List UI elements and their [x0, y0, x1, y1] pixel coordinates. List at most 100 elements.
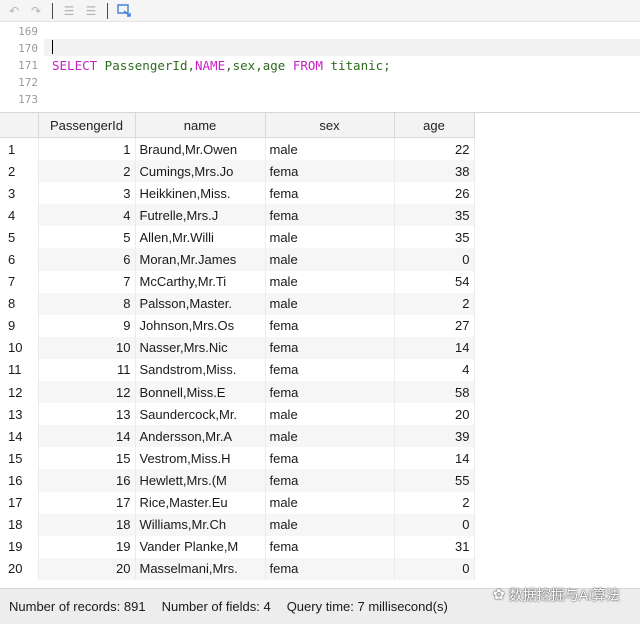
- sex-cell[interactable]: fema: [265, 381, 395, 404]
- column-header-rownum[interactable]: [0, 113, 39, 138]
- passengerid-cell[interactable]: 5: [38, 226, 136, 249]
- table-row[interactable]: 7 7 McCarthy,Mr.Ti male 54: [0, 270, 640, 293]
- passengerid-cell[interactable]: 4: [38, 204, 136, 227]
- age-cell[interactable]: 2: [394, 292, 475, 315]
- name-cell[interactable]: Vestrom,Miss.H: [135, 447, 266, 470]
- row-number-cell[interactable]: 15: [0, 447, 39, 470]
- current-line[interactable]: [44, 39, 640, 56]
- table-row[interactable]: 15 15 Vestrom,Miss.H fema 14: [0, 447, 640, 470]
- row-number-cell[interactable]: 3: [0, 182, 39, 205]
- sex-cell[interactable]: male: [265, 137, 395, 161]
- row-number-cell[interactable]: 9: [0, 314, 39, 337]
- row-number-cell[interactable]: 5: [0, 226, 39, 249]
- age-cell[interactable]: 14: [394, 447, 475, 470]
- age-cell[interactable]: 27: [394, 314, 475, 337]
- passengerid-cell[interactable]: 2: [38, 160, 136, 183]
- sex-cell[interactable]: male: [265, 491, 395, 514]
- indent-icon[interactable]: ☰: [59, 2, 79, 20]
- name-cell[interactable]: Cumings,Mrs.Jo: [135, 160, 266, 183]
- age-cell[interactable]: 14: [394, 336, 475, 359]
- row-number-cell[interactable]: 8: [0, 292, 39, 315]
- table-row[interactable]: 9 9 Johnson,Mrs.Os fema 27: [0, 314, 640, 337]
- sex-cell[interactable]: male: [265, 270, 395, 293]
- outdent-icon[interactable]: ☰: [81, 2, 101, 20]
- row-number-cell[interactable]: 16: [0, 469, 39, 492]
- sex-cell[interactable]: male: [265, 403, 395, 426]
- sex-cell[interactable]: fema: [265, 204, 395, 227]
- sex-cell[interactable]: fema: [265, 182, 395, 205]
- row-number-cell[interactable]: 17: [0, 491, 39, 514]
- redo-icon[interactable]: ↷: [26, 2, 46, 20]
- table-row[interactable]: 18 18 Williams,Mr.Ch male 0: [0, 513, 640, 536]
- table-row[interactable]: 10 10 Nasser,Mrs.Nic fema 14: [0, 336, 640, 359]
- sex-cell[interactable]: fema: [265, 557, 395, 580]
- table-row[interactable]: 6 6 Moran,Mr.James male 0: [0, 248, 640, 271]
- passengerid-cell[interactable]: 18: [38, 513, 136, 536]
- table-row[interactable]: 16 16 Hewlett,Mrs.(M fema 55: [0, 469, 640, 492]
- name-cell[interactable]: Heikkinen,Miss.: [135, 182, 266, 205]
- table-row[interactable]: 14 14 Andersson,Mr.A male 39: [0, 425, 640, 448]
- result-grid[interactable]: PassengerId name sex age 1 1 Braund,Mr.Owe…: [0, 113, 640, 585]
- age-cell[interactable]: 58: [394, 381, 475, 404]
- age-cell[interactable]: 0: [394, 248, 475, 271]
- sex-cell[interactable]: fema: [265, 314, 395, 337]
- column-header-age[interactable]: age: [394, 113, 475, 138]
- column-header-name[interactable]: name: [135, 113, 266, 138]
- name-cell[interactable]: Williams,Mr.Ch: [135, 513, 266, 536]
- table-row[interactable]: 1 1 Braund,Mr.Owen male 22: [0, 137, 640, 161]
- age-cell[interactable]: 22: [394, 137, 475, 161]
- age-cell[interactable]: 0: [394, 513, 475, 536]
- table-row[interactable]: 17 17 Rice,Master.Eu male 2: [0, 491, 640, 514]
- table-row[interactable]: 13 13 Saundercock,Mr. male 20: [0, 403, 640, 426]
- row-number-cell[interactable]: 2: [0, 160, 39, 183]
- table-row[interactable]: 5 5 Allen,Mr.Willi male 35: [0, 226, 640, 249]
- table-row[interactable]: 8 8 Palsson,Master. male 2: [0, 292, 640, 315]
- sex-cell[interactable]: male: [265, 248, 395, 271]
- column-header-passengerid[interactable]: PassengerId: [38, 113, 136, 138]
- sex-cell[interactable]: male: [265, 226, 395, 249]
- name-cell[interactable]: Bonnell,Miss.E: [135, 381, 266, 404]
- sex-cell[interactable]: fema: [265, 358, 395, 382]
- age-cell[interactable]: 35: [394, 204, 475, 227]
- passengerid-cell[interactable]: 12: [38, 381, 136, 404]
- passengerid-cell[interactable]: 10: [38, 336, 136, 359]
- age-cell[interactable]: 4: [394, 358, 475, 382]
- name-cell[interactable]: Hewlett,Mrs.(M: [135, 469, 266, 492]
- passengerid-cell[interactable]: 20: [38, 557, 136, 580]
- passengerid-cell[interactable]: 15: [38, 447, 136, 470]
- passengerid-cell[interactable]: 13: [38, 403, 136, 426]
- passengerid-cell[interactable]: 6: [38, 248, 136, 271]
- age-cell[interactable]: 26: [394, 182, 475, 205]
- row-number-cell[interactable]: 1: [0, 137, 39, 161]
- row-number-cell[interactable]: 14: [0, 425, 39, 448]
- row-number-cell[interactable]: 4: [0, 204, 39, 227]
- passengerid-cell[interactable]: 1: [38, 137, 136, 161]
- run-to-cursor-icon[interactable]: [114, 2, 134, 20]
- table-row[interactable]: 12 12 Bonnell,Miss.E fema 58: [0, 381, 640, 404]
- sex-cell[interactable]: male: [265, 292, 395, 315]
- name-cell[interactable]: Rice,Master.Eu: [135, 491, 266, 514]
- row-number-cell[interactable]: 7: [0, 270, 39, 293]
- age-cell[interactable]: 31: [394, 535, 475, 558]
- age-cell[interactable]: 35: [394, 226, 475, 249]
- sex-cell[interactable]: fema: [265, 447, 395, 470]
- passengerid-cell[interactable]: 11: [38, 358, 136, 382]
- name-cell[interactable]: Saundercock,Mr.: [135, 403, 266, 426]
- age-cell[interactable]: 55: [394, 469, 475, 492]
- passengerid-cell[interactable]: 14: [38, 425, 136, 448]
- sex-cell[interactable]: fema: [265, 160, 395, 183]
- sex-cell[interactable]: fema: [265, 336, 395, 359]
- sex-cell[interactable]: fema: [265, 469, 395, 492]
- name-cell[interactable]: Palsson,Master.: [135, 292, 266, 315]
- passengerid-cell[interactable]: 17: [38, 491, 136, 514]
- name-cell[interactable]: McCarthy,Mr.Ti: [135, 270, 266, 293]
- passengerid-cell[interactable]: 9: [38, 314, 136, 337]
- passengerid-cell[interactable]: 3: [38, 182, 136, 205]
- row-number-cell[interactable]: 12: [0, 381, 39, 404]
- passengerid-cell[interactable]: 16: [38, 469, 136, 492]
- row-number-cell[interactable]: 10: [0, 336, 39, 359]
- sql-query-line[interactable]: SELECT PassengerId,NAME,sex,age FROM tit…: [44, 57, 640, 74]
- age-cell[interactable]: 20: [394, 403, 475, 426]
- sql-editor[interactable]: 169 170 171 172 173 SELECT PassengerId,N…: [0, 22, 640, 113]
- name-cell[interactable]: Johnson,Mrs.Os: [135, 314, 266, 337]
